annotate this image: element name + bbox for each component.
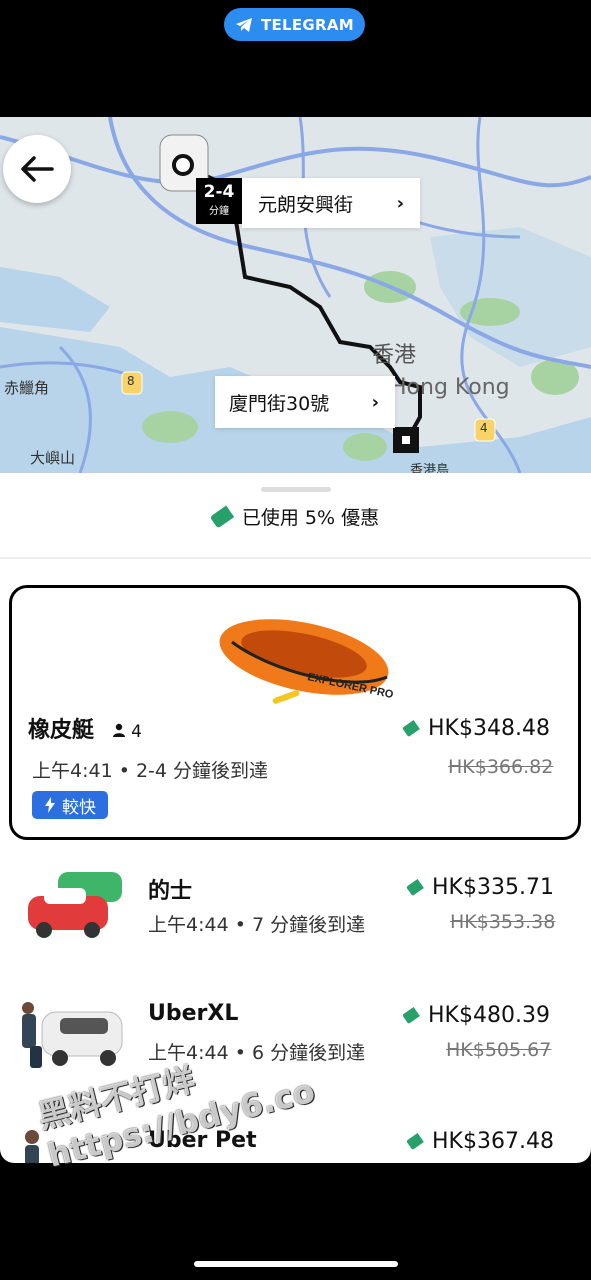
map-label-hong-kong: Hong Kong	[390, 375, 510, 400]
telegram-icon	[235, 17, 252, 32]
price-text: HK$480.39	[428, 1003, 550, 1028]
pickup-label: 元朗安興街	[258, 193, 354, 216]
sheet-drag-handle[interactable]	[261, 487, 331, 492]
faster-badge-text: 較快	[62, 797, 96, 818]
option-price: HK$367.48	[406, 1129, 554, 1154]
price-text: HK$335.71	[432, 875, 554, 900]
map-label-hk: 香港	[372, 343, 417, 368]
map-label-lantau: 大嶼山	[30, 449, 76, 467]
discount-tag-icon	[402, 719, 420, 738]
promo-text: 已使用 5% 優惠	[241, 507, 380, 529]
discount-tag-icon	[402, 1006, 420, 1025]
faster-badge: 較快	[32, 791, 108, 819]
telegram-label: TELEGRAM	[260, 15, 355, 34]
capacity: 4	[112, 722, 142, 742]
route-shield-8: 8	[127, 374, 135, 388]
option-price: HK$348.48	[402, 716, 550, 741]
price-tag-icon	[209, 505, 235, 528]
map-label-hk-island: 香港島	[410, 463, 450, 473]
rubber-boat-image: EXPLORER PRO	[219, 619, 395, 704]
option-name-text: 橡皮艇	[28, 718, 95, 743]
option-eta: 上午4:44 • 7 分鐘後到達	[148, 914, 366, 936]
capacity-count: 4	[131, 722, 142, 742]
person-icon	[112, 723, 125, 737]
eta-number: 2-4	[203, 182, 235, 202]
lightning-icon	[45, 797, 55, 813]
option-eta: 上午4:41 • 2-4 分鐘後到達	[32, 760, 269, 782]
arrow-left-icon	[21, 156, 54, 182]
option-name: 橡皮艇 4	[28, 712, 142, 744]
option-name: UberXL	[148, 1001, 239, 1026]
home-indicator[interactable]	[194, 1261, 398, 1267]
option-price: HK$335.71	[406, 875, 554, 900]
option-name: 的士	[148, 879, 193, 904]
price-text: HK$367.48	[432, 1129, 554, 1154]
discount-tag-icon	[406, 1132, 424, 1151]
option-price: HK$480.39	[402, 1003, 550, 1028]
option-old-price: HK$353.38	[450, 911, 556, 933]
pickup-eta-box: 2-4 分鐘	[196, 178, 242, 224]
chevron-right-icon: ›	[371, 391, 379, 413]
promo-banner: 已使用 5% 優惠	[0, 503, 591, 530]
ride-option-rubber-boat[interactable]: EXPLORER PRO 橡皮艇 4 上午4:41 • 2-4 分鐘後到達 HK…	[9, 585, 581, 840]
dropoff-label: 廈門街30號	[229, 392, 330, 415]
discount-tag-icon	[406, 878, 424, 897]
price-text: HK$348.48	[428, 716, 550, 741]
taxi-image	[28, 872, 122, 938]
route-shield-4: 4	[480, 421, 488, 435]
back-button[interactable]	[3, 135, 71, 203]
chevron-right-icon: ›	[396, 192, 404, 214]
uberxl-image	[22, 1002, 123, 1068]
telegram-banner[interactable]: TELEGRAM	[224, 8, 365, 41]
option-old-price: HK$505.67	[446, 1039, 552, 1061]
pickup-location-card[interactable]: 元朗安興街 ›	[242, 178, 420, 228]
map-label-chek-lap-kok: 赤鱲角	[4, 379, 50, 397]
eta-unit: 分鐘	[209, 206, 229, 217]
divider	[0, 557, 591, 559]
option-old-price: HK$366.82	[448, 756, 554, 778]
dropoff-location-card[interactable]: 廈門街30號 ›	[215, 376, 395, 428]
